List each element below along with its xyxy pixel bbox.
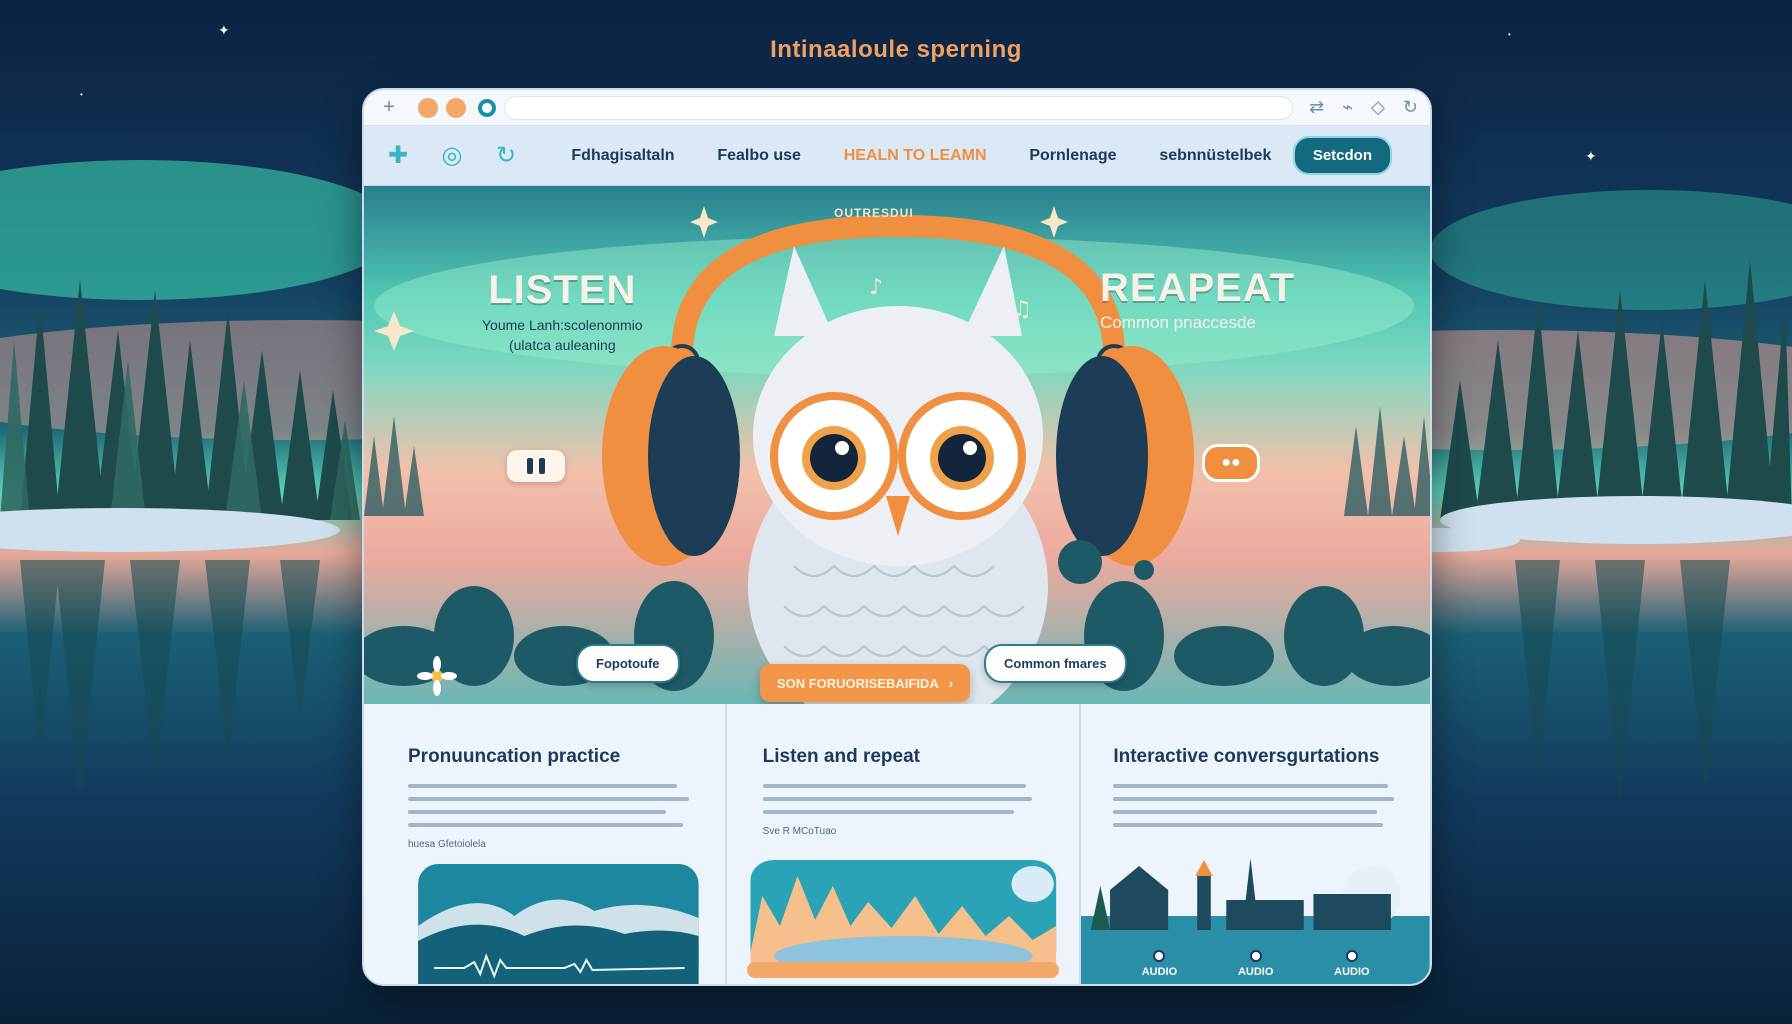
window-control-dot[interactable] bbox=[446, 97, 466, 118]
plus-icon[interactable]: + bbox=[376, 96, 402, 119]
card-listen-repeat[interactable]: Listen and repeat Sve R MCoTuao bbox=[727, 704, 1082, 984]
mountain-waveform-illustration bbox=[418, 864, 699, 984]
eraser-icon[interactable]: ◇ bbox=[1371, 97, 1385, 118]
card-title: Pronuuncation practice bbox=[408, 746, 621, 767]
pause-button[interactable] bbox=[507, 450, 565, 482]
nav-link-5[interactable]: sebnnüstelbek bbox=[1159, 147, 1271, 165]
audio-control[interactable]: AUDIO bbox=[1142, 950, 1177, 978]
chevron-right-icon: › bbox=[948, 675, 954, 691]
nav-link-1[interactable]: Fdhagisaltaln bbox=[571, 147, 674, 165]
audio-knob-icon bbox=[1249, 950, 1262, 962]
svg-text:♪: ♪ bbox=[869, 275, 883, 300]
card-title: Interactive conversgurtations bbox=[1113, 746, 1380, 767]
feature-cards: Pronuuncation practice huesa Gfetoiolela… bbox=[364, 704, 1430, 984]
refresh-icon[interactable]: ↻ bbox=[1403, 97, 1418, 118]
hero-cta-button[interactable]: SON FORUORISEBAIFIDA › bbox=[760, 664, 970, 702]
shuffle-icon[interactable]: ⇄ bbox=[1309, 97, 1324, 118]
nav-link-2[interactable]: Fealbo use bbox=[717, 147, 801, 165]
audio-knob-icon bbox=[1345, 950, 1358, 962]
nav-links: Fdhagisaltaln Fealbo use HEALN TO LEAMN … bbox=[540, 147, 1293, 165]
nav-cta-button[interactable]: Setcdon bbox=[1292, 136, 1392, 175]
card-body-lines bbox=[408, 784, 701, 827]
target-icon[interactable]: ◎ bbox=[432, 136, 472, 176]
progress-bar[interactable] bbox=[746, 962, 1060, 978]
card-note: Sve R MCoTuao bbox=[762, 826, 837, 837]
card-body-lines bbox=[762, 784, 1056, 814]
audio-label: AUDIO bbox=[1334, 966, 1370, 978]
audio-label: AUDIO bbox=[1141, 966, 1178, 978]
card-title: Listen and repeat bbox=[762, 746, 920, 767]
audio-controls: AUDIO AUDIO AUDIO bbox=[1111, 950, 1400, 978]
hero-repeat-title: REAPEAT bbox=[1100, 266, 1296, 310]
pause-icon bbox=[527, 458, 533, 474]
hero-listen-title: LISTEN bbox=[488, 268, 637, 312]
hero-right-block: REAPEAT Common pnaccesde bbox=[1100, 266, 1295, 331]
audio-control[interactable]: AUDIO bbox=[1334, 950, 1370, 978]
browser-window: + ⇄ ⌁ ◇ ↻ ✚ ◎ ↻ Fdhagisaltaln Fealbo use… bbox=[362, 88, 1432, 986]
audio-knob-icon bbox=[1153, 950, 1166, 962]
address-bar[interactable] bbox=[504, 95, 1294, 120]
svg-text:♫: ♫ bbox=[1012, 297, 1032, 322]
link-icon[interactable]: ⌁ bbox=[1342, 97, 1353, 118]
audio-label: AUDIO bbox=[1237, 966, 1274, 978]
plus-icon[interactable]: ✚ bbox=[378, 136, 418, 176]
card-pronunciation[interactable]: Pronuuncation practice huesa Gfetoiolela bbox=[364, 704, 727, 984]
hero-repeat-subtitle: Common pnaccesde bbox=[1100, 313, 1256, 332]
hero-left-block: LISTEN Youme Lanh:scolenonmio (ulatca au… bbox=[482, 268, 643, 353]
hero-listen-subtitle-2: (ulatca auleaning bbox=[508, 337, 616, 353]
page-heading: Intinaaloule sperning bbox=[770, 36, 1022, 63]
card-body-lines bbox=[1113, 784, 1406, 827]
cta-label: SON FORUORISEBAIFIDA bbox=[776, 675, 939, 691]
headphone-arc-label: OUTRESDUI bbox=[834, 206, 914, 220]
pause-icon bbox=[539, 458, 545, 474]
pill-button-left[interactable]: Fopotoufe bbox=[576, 644, 680, 683]
nav-link-4[interactable]: Pornlenage bbox=[1029, 147, 1116, 165]
owl-illustration: ♪ ♫ bbox=[364, 206, 1430, 704]
card-note: huesa Gfetoiolela bbox=[408, 839, 486, 850]
window-control-dot[interactable] bbox=[478, 98, 496, 117]
refresh-icon[interactable]: ↻ bbox=[486, 136, 526, 176]
card-interactive-conversations[interactable]: Interactive conversgurtations AUDIO AUDI… bbox=[1081, 704, 1430, 984]
common-phrases-button[interactable]: Common fmares bbox=[984, 644, 1127, 683]
browser-titlebar: + ⇄ ⌁ ◇ ↻ bbox=[364, 90, 1430, 126]
audio-control[interactable]: AUDIO bbox=[1238, 950, 1273, 978]
window-control-dot[interactable] bbox=[418, 97, 438, 118]
hero-listen-subtitle-1: Youme Lanh:scolenonmio bbox=[482, 317, 643, 333]
chat-bubble-icon[interactable]: ●● bbox=[1202, 444, 1260, 482]
hero-banner: ♪ ♫ OUTRESDUI LISTEN Youme Lanh:scolenon… bbox=[364, 186, 1430, 704]
nav-link-3-active[interactable]: HEALN TO LEAMN bbox=[844, 147, 987, 165]
site-navbar: ✚ ◎ ↻ Fdhagisaltaln Fealbo use HEALN TO … bbox=[364, 126, 1430, 186]
